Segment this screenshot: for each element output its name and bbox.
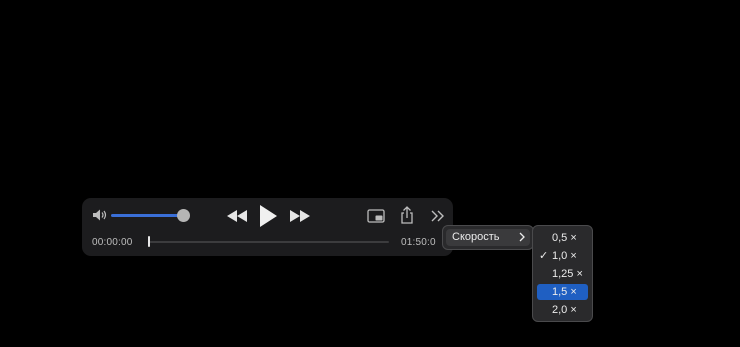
context-menu: Скорость — [442, 225, 534, 250]
speed-option-label: 1,0 × — [552, 250, 577, 262]
speed-option-1-5[interactable]: 1,5 × — [537, 284, 588, 300]
speed-option-1-25[interactable]: 1,25 × — [537, 266, 588, 282]
rewind-button[interactable] — [224, 207, 250, 225]
menu-item-speed-label: Скорость — [452, 231, 500, 243]
speed-option-label: 1,25 × — [552, 268, 583, 280]
play-icon — [260, 205, 277, 227]
play-button[interactable] — [256, 203, 280, 229]
current-time: 00:00:00 — [92, 237, 133, 248]
speaker-icon[interactable] — [92, 208, 108, 222]
timeline-track[interactable] — [149, 241, 389, 243]
speed-option-label: 0,5 × — [552, 232, 577, 244]
speed-option-label: 1,5 × — [552, 286, 577, 298]
menu-item-speed[interactable]: Скорость — [446, 229, 530, 246]
more-chevrons-icon — [431, 210, 444, 222]
speed-submenu: 0,5 × ✓ 1,0 × 1,25 × 1,5 × 2,0 × — [532, 225, 593, 322]
speed-option-label: 2,0 × — [552, 304, 577, 316]
volume-slider-track[interactable] — [111, 214, 185, 217]
share-button[interactable] — [398, 205, 416, 225]
share-icon — [401, 206, 413, 224]
fast-forward-icon — [290, 210, 310, 222]
fast-forward-button[interactable] — [287, 207, 313, 225]
speed-option-1-0[interactable]: ✓ 1,0 × — [537, 248, 588, 264]
volume-slider-knob[interactable] — [177, 209, 190, 222]
more-button[interactable] — [429, 207, 447, 225]
rewind-icon — [227, 210, 247, 222]
chevron-right-icon — [519, 232, 525, 242]
speed-option-0-5[interactable]: 0,5 × — [537, 230, 588, 246]
speed-option-2-0[interactable]: 2,0 × — [537, 302, 588, 318]
timeline-playhead[interactable] — [148, 236, 150, 247]
media-player-bar: 00:00:00 01:50:0 — [82, 198, 453, 256]
picture-in-picture-icon — [367, 209, 385, 223]
picture-in-picture-button[interactable] — [366, 207, 386, 225]
checkmark-icon: ✓ — [539, 250, 549, 262]
